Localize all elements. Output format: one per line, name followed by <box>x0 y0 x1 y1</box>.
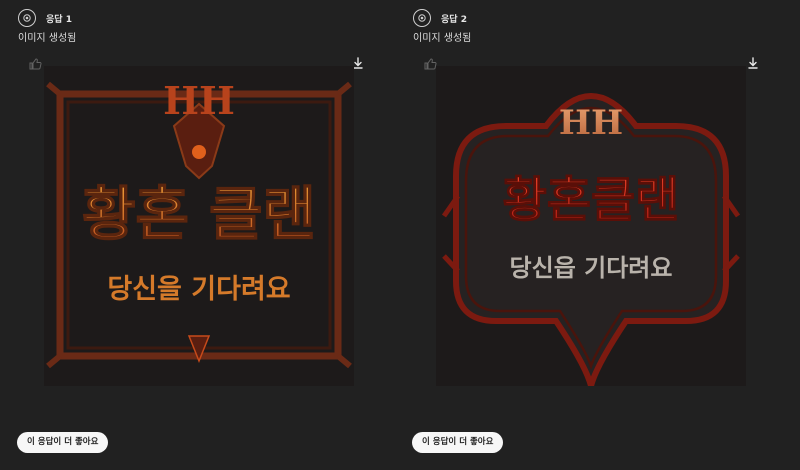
image-status: 이미지 생성됨 <box>18 33 77 44</box>
response-panel-2: 응답 2 이미지 생성됨 HH 황혼클랜 당신읍 기다려요 이 응답이 더 좋아… <box>395 0 790 470</box>
image-title: 황혼 클랜 <box>82 180 316 248</box>
prefer-response-button[interactable]: 이 응답이 더 좋아요 <box>17 432 109 453</box>
generated-image-2: HH 황혼클랜 당신읍 기다려요 <box>436 66 746 386</box>
image-tagline: 당신읍 기다려요 <box>510 254 673 282</box>
openai-logo-icon <box>413 9 431 27</box>
response-panel-1: 응답 1 이미지 생성됨 HH 황혼 클랜 당신을 기다려요 이 응답이 더 좋… <box>0 0 395 470</box>
image-tagline: 당신을 기다려요 <box>107 274 290 305</box>
response-header: 응답 2 <box>413 9 467 27</box>
image-brand: HH <box>559 103 623 143</box>
thumbs-up-icon[interactable] <box>28 56 42 70</box>
response-label: 응답 1 <box>46 14 72 25</box>
image-title: 황혼클랜 <box>503 172 680 228</box>
response-header: 응답 1 <box>18 9 72 27</box>
prefer-response-button[interactable]: 이 응답이 더 좋아요 <box>412 432 504 453</box>
openai-logo-icon <box>18 9 36 27</box>
generated-image-1: HH 황혼 클랜 당신을 기다려요 <box>44 66 354 386</box>
response-label: 응답 2 <box>441 14 467 25</box>
image-brand: HH <box>163 78 235 123</box>
image-status: 이미지 생성됨 <box>413 33 472 44</box>
